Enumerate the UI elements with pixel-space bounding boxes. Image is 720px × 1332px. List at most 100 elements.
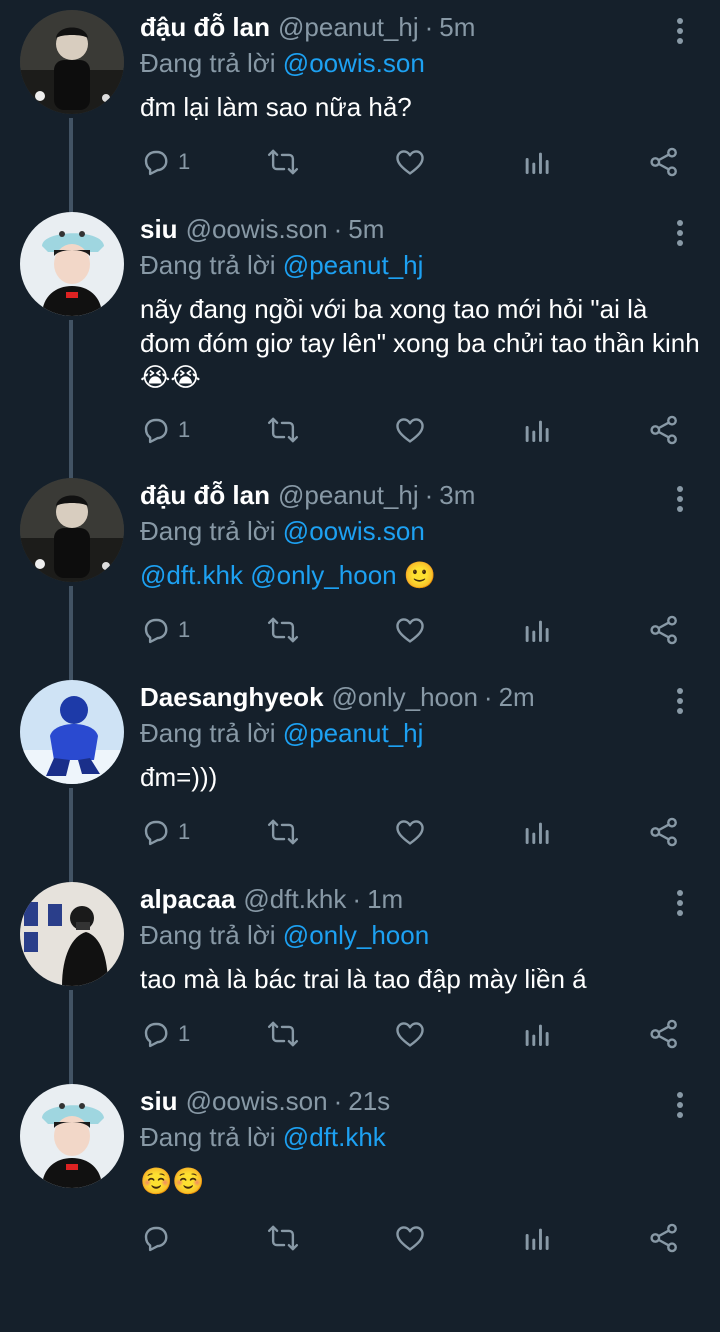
more-icon[interactable] [660,14,700,48]
display-name[interactable]: siu [140,1086,178,1117]
mention-link[interactable]: @peanut_hj [283,718,424,748]
tweet-text-body: nãy đang ngồi với ba xong tao mới hỏi "a… [140,294,700,358]
reply-count: 1 [178,149,191,174]
tweet-text: tao mà là bác trai là tao đập mày liền á [140,964,587,994]
avatar[interactable] [20,882,124,986]
analytics-button[interactable] [521,1018,571,1050]
timestamp[interactable]: 2m [499,682,535,713]
tweet[interactable]: siu @oowis.son · 5m Đang trả lời @peanut… [0,202,720,480]
emoji: 🙂 [403,560,437,590]
tweet[interactable]: alpacaa @dft.khk · 1m Đang trả lời @only… [0,872,720,1086]
emoji: 😭 [140,362,171,392]
share-button[interactable] [648,816,680,848]
avatar[interactable] [20,478,124,582]
username[interactable]: @only_hoon [332,682,478,713]
reply-button[interactable]: 1 [140,816,190,848]
retweet-button[interactable] [267,1018,317,1050]
more-icon[interactable] [660,482,700,516]
timestamp[interactable]: 21s [348,1086,390,1117]
analytics-button[interactable] [521,1222,571,1254]
reply-icon [140,614,172,646]
replying-to: Đang trả lời @oowis.son [140,46,700,80]
share-button[interactable] [648,146,680,178]
analytics-icon [521,1222,553,1254]
timestamp[interactable]: 5m [348,214,384,245]
retweet-button[interactable] [267,816,317,848]
retweet-icon [267,1222,299,1254]
tweet[interactable]: siu @oowis.son · 21s Đang trả lời @dft.k… [0,1074,720,1332]
avatar[interactable] [20,1084,124,1188]
reply-button[interactable]: 1 [140,1018,190,1050]
more-icon[interactable] [660,1088,700,1122]
more-icon[interactable] [660,684,700,718]
mention-link[interactable]: @oowis.son [283,48,425,78]
username[interactable]: @oowis.son [186,214,328,245]
analytics-button[interactable] [521,816,571,848]
emoji: 😭 [170,362,201,392]
like-button[interactable] [394,414,444,446]
action-bar [140,1218,680,1258]
retweet-button[interactable] [267,1222,317,1254]
analytics-button[interactable] [521,614,571,646]
separator-dot: · [424,12,434,42]
reply-count: 1 [178,617,191,642]
avatar[interactable] [20,680,124,784]
timestamp[interactable]: 3m [439,480,475,511]
avatar[interactable] [20,10,124,114]
like-button[interactable] [394,1222,444,1254]
reply-button[interactable]: 1 [140,614,190,646]
mention-link[interactable]: @dft.khk [140,560,243,590]
username[interactable]: @oowis.son [186,1086,328,1117]
tweet[interactable]: Daesanghyeok @only_hoon · 2m Đang trả lờ… [0,670,720,884]
timestamp[interactable]: 5m [439,12,475,43]
share-icon [648,1222,680,1254]
reply-icon [140,816,172,848]
display-name[interactable]: Daesanghyeok [140,682,324,713]
replying-to-label: Đang trả lời [140,1122,276,1152]
thread-line [69,990,73,1086]
reply-button[interactable]: 1 [140,146,190,178]
mention-link[interactable]: @oowis.son [283,516,425,546]
retweet-button[interactable] [267,414,317,446]
retweet-icon [267,414,299,446]
like-button[interactable] [394,146,444,178]
mention-link[interactable]: @only_hoon [283,920,429,950]
tweet-header: siu @oowis.son · 5m [140,214,700,248]
mention-link[interactable]: @peanut_hj [283,250,424,280]
like-button[interactable] [394,816,444,848]
tweet[interactable]: đậu đỗ lan @peanut_hj · 5m Đang trả lời … [0,0,720,214]
avatar[interactable] [20,212,124,316]
share-button[interactable] [648,614,680,646]
display-name[interactable]: đậu đỗ lan [140,480,270,511]
analytics-button[interactable] [521,414,571,446]
username[interactable]: @peanut_hj [278,12,419,43]
more-icon[interactable] [660,216,700,250]
share-icon [648,414,680,446]
reply-button[interactable]: 1 [140,414,190,446]
username[interactable]: @dft.khk [243,884,346,915]
share-button[interactable] [648,1018,680,1050]
more-icon[interactable] [660,886,700,920]
retweet-icon [267,614,299,646]
action-bar: 1 [140,142,680,182]
retweet-button[interactable] [267,146,317,178]
display-name[interactable]: đậu đỗ lan [140,12,270,43]
action-bar: 1 [140,812,680,852]
share-button[interactable] [648,1222,680,1254]
analytics-button[interactable] [521,146,571,178]
username[interactable]: @peanut_hj [278,480,419,511]
display-name[interactable]: siu [140,214,178,245]
mention-link[interactable]: @dft.khk [283,1122,386,1152]
tweet-text: đm=))) [140,762,218,792]
timestamp[interactable]: 1m [367,884,403,915]
like-button[interactable] [394,1018,444,1050]
tweet[interactable]: đậu đỗ lan @peanut_hj · 3m Đang trả lời … [0,468,720,682]
like-button[interactable] [394,614,444,646]
share-button[interactable] [648,414,680,446]
retweet-icon [267,816,299,848]
display-name[interactable]: alpacaa [140,884,235,915]
reply-button[interactable] [140,1222,190,1254]
mention-link[interactable]: @only_hoon [250,560,396,590]
analytics-icon [521,816,553,848]
retweet-button[interactable] [267,614,317,646]
